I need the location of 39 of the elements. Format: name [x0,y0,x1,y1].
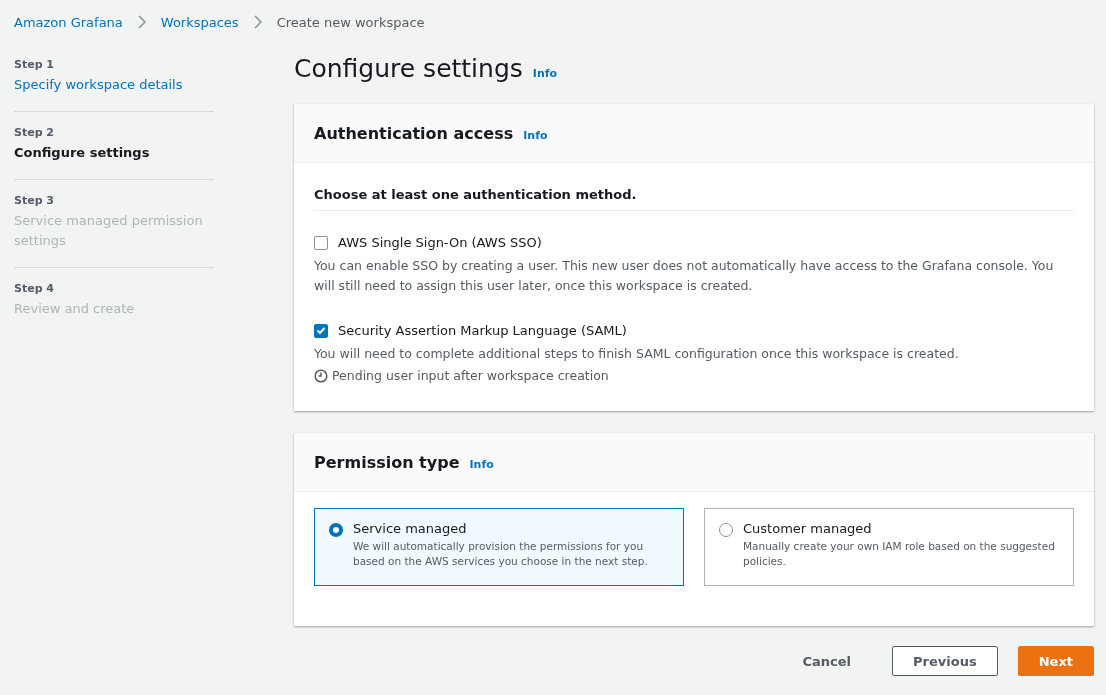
panel-title: Permission type [314,453,460,472]
radio-tile[interactable]: Customer managed Manually create your own IAM role based on the suggested policies. [704,508,1074,586]
radio-label: Customer managed [743,521,873,536]
status-text: Pending user input after workspace creation [332,368,609,383]
checkbox-label: Security Assertion Markup Language (SAML) [338,323,627,338]
panel-title: Authentication access [314,124,514,143]
info-link[interactable]: Info [532,67,558,80]
step-label: Configure settings [14,144,151,162]
breadcrumb-current: Create new workspace [276,14,425,30]
cancel-button[interactable]: Cancel [781,646,873,676]
clock-icon [314,368,328,383]
radio-button[interactable] [719,523,733,537]
next-button[interactable]: Next [1017,646,1094,676]
checkbox[interactable] [314,235,328,250]
checkbox-label: AWS Single Sign-On (AWS SSO) [338,235,542,250]
option-description: You can enable SSO by creating a user. This new user does not automatically have access to the Grafana console. You will still need to assign this user later, once this workspace is created. [314,257,1055,295]
breadcrumb-link[interactable]: Amazon Grafana [14,14,123,30]
radio-tile[interactable]: Service managed We will automatically provision the permissions for you based on the AWS services you choose in the next step. [314,508,684,586]
step-number: Step 2 [14,126,55,139]
step-label: Review and create [14,300,136,318]
step-number: Step 3 [14,194,55,207]
previous-button[interactable]: Previous [892,646,998,676]
step-number: Step 4 [14,282,55,295]
step-label: Service managed permission settings [14,212,204,250]
step-link[interactable]: Specify workspace details [14,75,214,95]
page-title: Configure settings [294,54,523,83]
option-description: We will automatically provision the permissions for you based on the AWS services you choose in the next step. [353,539,649,569]
section-subtitle: Choose at least one authentication method. [314,187,1074,211]
chevron-right-icon [136,15,147,29]
info-link[interactable]: Info [523,129,548,142]
checkbox[interactable] [314,323,328,338]
chevron-right-icon [252,15,263,29]
option-description: Manually create your own IAM role based on the suggested policies. [743,539,1056,569]
info-link[interactable]: Info [469,458,494,471]
breadcrumb-link[interactable]: Workspaces [160,14,239,30]
option-description: You will need to complete additional steps to finish SAML configuration once this workspace is created. [314,345,960,363]
radio-label: Service managed [353,521,468,536]
step-number: Step 1 [14,58,55,71]
radio-button[interactable] [329,523,343,537]
